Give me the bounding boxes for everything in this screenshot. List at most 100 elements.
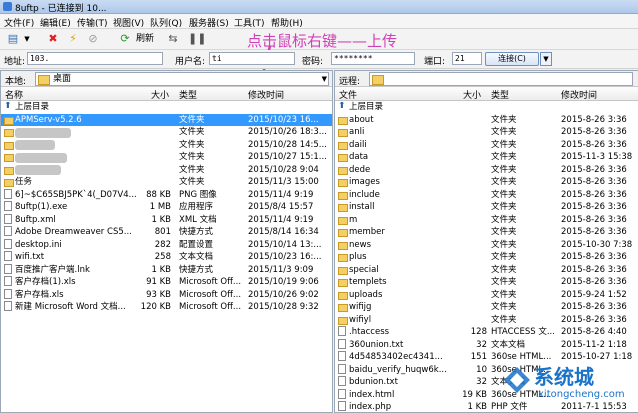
refresh-icon[interactable]: ⟳ [118, 32, 132, 46]
remote-col-name[interactable]: 文件 [339, 88, 357, 101]
local-file-row[interactable]: 任务 文件夹 2015/11/3 15:00 [1, 176, 332, 189]
remote-file-row[interactable]: include 文件夹 2015-8-26 3:36 [335, 189, 638, 202]
file-name: 百度推广客户端.lnk [15, 264, 90, 275]
remote-file-row[interactable]: wifijg 文件夹 2015-8-26 3:36 [335, 301, 638, 314]
remote-file-row[interactable]: news 文件夹 2015-10-30 7:38 [335, 239, 638, 252]
site-manager-icon[interactable]: ▤ [6, 32, 20, 46]
stop-icon[interactable]: ⊘ [86, 32, 100, 46]
local-col-name[interactable]: 名称 [5, 88, 23, 101]
remote-file-row[interactable]: ⬆ 上层目录 [335, 101, 638, 114]
local-file-row[interactable]: ⬆ 上层目录 [1, 101, 332, 114]
remote-file-row[interactable]: plus 文件夹 2015-8-26 3:36 [335, 251, 638, 264]
sync-icon[interactable]: ⇆ [166, 32, 180, 46]
file-size: 88 KB [146, 189, 171, 200]
chevron-down-icon[interactable]: ▼ [322, 73, 327, 85]
menu-file[interactable]: 文件(F) [4, 16, 34, 29]
file-type: 文件夹 [179, 152, 205, 162]
site-manager-dropdown-icon[interactable]: ▼ [22, 32, 32, 46]
pause-icon[interactable]: ❚❚ [188, 32, 206, 46]
menu-transfer[interactable]: 传输(T) [77, 16, 108, 29]
file-name: 360union.txt [349, 339, 404, 350]
address-input[interactable] [27, 52, 163, 65]
file-name: install [349, 202, 375, 212]
local-path-select[interactable]: 桌面 ▼ [35, 72, 329, 86]
remote-col-type[interactable]: 类型 [491, 88, 509, 101]
remote-file-row[interactable]: anli 文件夹 2015-8-26 3:36 [335, 126, 638, 139]
menu-queue[interactable]: 队列(Q) [150, 16, 182, 29]
file-modified: 2015-8-26 3:36 [561, 314, 627, 325]
lightning-icon[interactable]: ⚡ [66, 32, 80, 46]
local-col-type[interactable]: 类型 [179, 88, 197, 101]
local-file-row[interactable]: APMServ-v5.2.6 文件夹 2015/10/23 16... [1, 113, 332, 126]
remote-file-row[interactable]: images 文件夹 2015-8-26 3:36 [335, 176, 638, 189]
file-size: 1 KB [151, 214, 171, 225]
local-file-row[interactable]: 客户存档.xls 93 KB Microsoft Off... 2015/10/26 … [1, 288, 332, 302]
file-type: Microsoft Off... [179, 289, 242, 300]
remote-file-row[interactable]: dede 文件夹 2015-8-26 3:36 [335, 164, 638, 177]
remote-file-row[interactable]: 360union.txt 32 文本文档 2015-11-2 1:18 [335, 338, 638, 352]
file-icon [4, 226, 12, 236]
port-input[interactable] [452, 52, 482, 65]
file-type: Microsoft Off... [179, 302, 242, 312]
redacted-name [15, 153, 67, 163]
remote-file-row[interactable]: daili 文件夹 2015-8-26 3:36 [335, 139, 638, 152]
file-size: 32 [476, 339, 487, 350]
remote-list-header: 文件 大小 类型 修改时间 [335, 87, 638, 101]
remote-file-row[interactable]: .htaccess 128 HTACCESS 文... 2015-8-26 4:40 [335, 326, 638, 339]
local-file-row[interactable]: 6]~$C65SBJ5PK`4(_D07V4... 88 KB PNG 图像 2015… [1, 188, 332, 202]
remote-file-row[interactable]: about 文件夹 2015-8-26 3:36 [335, 114, 638, 127]
file-name: include [349, 189, 380, 200]
refresh-label[interactable]: 刷新 [132, 32, 158, 46]
local-file-row[interactable]: 8uftp(1).exe 1 MB 应用程序 2015/8/4 15:57 [1, 201, 332, 214]
remote-file-row[interactable]: install 文件夹 2015-8-26 3:36 [335, 201, 638, 214]
remote-file-row[interactable]: uploads 文件夹 2015-9-24 1:52 [335, 289, 638, 302]
remote-col-modified[interactable]: 修改时间 [561, 88, 597, 101]
address-label: 地址: [4, 57, 26, 67]
file-type: 文件夹 [491, 202, 517, 212]
file-name: bdunion.txt [349, 377, 398, 387]
remote-file-row[interactable]: data 文件夹 2015-11-3 15:38 [335, 151, 638, 164]
local-file-row[interactable]: 新建 Microsoft Word 文档... 120 KB Microsoft O… [1, 301, 332, 314]
menu-view[interactable]: 视图(V) [113, 16, 144, 29]
local-file-row[interactable]: 8uftp.xml 1 KB XML 文档 2015/11/4 9:19 [1, 213, 332, 227]
folder-icon [338, 279, 348, 287]
file-modified: 2015-8-26 3:36 [561, 127, 627, 137]
file-type: 文件夹 [491, 189, 517, 200]
local-file-row[interactable]: wifi.txt 258 文本文档 2015/10/23 16:... [1, 251, 332, 264]
remote-file-row[interactable]: special 文件夹 2015-8-26 3:36 [335, 264, 638, 277]
file-icon [338, 338, 346, 349]
disconnect-icon[interactable]: ✖ [46, 32, 60, 46]
file-name: member [349, 227, 385, 237]
menu-server[interactable]: 服务器(S) [189, 16, 229, 29]
local-col-size[interactable]: 大小 [151, 88, 169, 101]
local-path-row: 本地: 桌面 ▼ [1, 71, 332, 87]
file-type: 应用程序 [179, 202, 214, 212]
local-file-row[interactable]: desktop.ini 282 配置设置 2015/10/14 13:... [1, 238, 332, 252]
menu-help[interactable]: 帮助(H) [271, 16, 303, 29]
file-modified: 2015-8-26 3:36 [561, 114, 627, 125]
local-file-row[interactable]: 客户存档(1).xls 91 KB Microsoft Off... 2015/10/… [1, 276, 332, 289]
menu-tools[interactable]: 工具(T) [234, 16, 265, 29]
menu-edit[interactable]: 编辑(E) [40, 16, 71, 29]
local-file-row[interactable]: Adobe Dreamweaver CS5... 801 快捷方式 2015/8/14… [1, 226, 332, 239]
remote-file-row[interactable]: m 文件夹 2015-8-26 3:36 [335, 214, 638, 227]
folder-icon [338, 304, 348, 312]
file-name: APMServ-v5.2.6 [15, 114, 82, 125]
password-input[interactable] [331, 52, 415, 65]
file-type: 快捷方式 [179, 264, 214, 275]
username-input[interactable] [209, 52, 295, 65]
remote-file-row[interactable]: wifiyl 文件夹 2015-8-26 3:36 [335, 314, 638, 327]
file-icon [338, 388, 346, 399]
connect-button[interactable]: 连接(C) [485, 52, 539, 66]
remote-file-row[interactable]: templets 文件夹 2015-8-26 3:36 [335, 276, 638, 289]
redacted-name [15, 140, 55, 150]
file-size: 91 KB [146, 277, 171, 287]
connect-dropdown-icon[interactable]: ▼ [540, 52, 552, 66]
remote-file-row[interactable]: member 文件夹 2015-8-26 3:36 [335, 226, 638, 239]
file-modified: 2015/10/19 9:06 [248, 277, 319, 287]
local-col-modified[interactable]: 修改时间 [248, 88, 284, 101]
local-file-row[interactable]: 百度推广客户端.lnk 1 KB 快捷方式 2015/11/3 9:09 [1, 263, 332, 277]
file-type: 配置设置 [179, 239, 214, 250]
remote-col-size[interactable]: 大小 [463, 88, 481, 101]
remote-path-select[interactable] [369, 72, 633, 86]
